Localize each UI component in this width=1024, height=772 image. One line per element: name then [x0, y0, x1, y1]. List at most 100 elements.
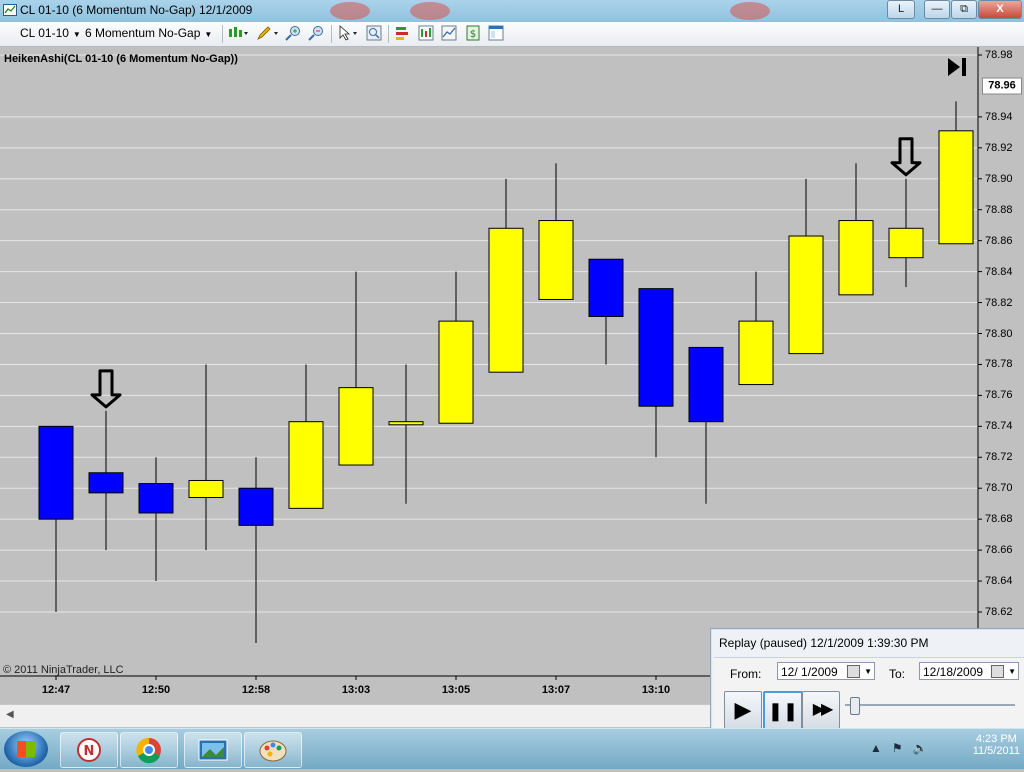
properties-icon[interactable]	[488, 25, 504, 41]
candle-body	[488, 227, 524, 373]
price-chart[interactable]	[0, 47, 1024, 683]
candle-body	[888, 227, 924, 259]
price-tick-label: 78.80	[985, 327, 1013, 340]
chart-scrollbar[interactable]: ◀	[0, 704, 712, 727]
chevron-down-icon: ▼	[72, 30, 81, 39]
clock[interactable]: 4:23 PM 11/5/2011	[973, 733, 1020, 757]
calendar-icon[interactable]	[847, 665, 860, 678]
pause-button[interactable]: ❚❚	[763, 691, 803, 731]
candle-body	[838, 220, 874, 296]
start-button[interactable]	[4, 731, 48, 767]
scroll-to-end-bar	[962, 58, 966, 76]
price-tick-label: 78.92	[985, 141, 1013, 154]
toolbar-separator	[222, 25, 223, 43]
from-date-field[interactable]: 12/ 1/2009 ▼	[777, 662, 875, 680]
order-entry-icon[interactable]: $	[465, 25, 481, 41]
fast-forward-button[interactable]: ▶▶	[802, 691, 840, 729]
close-button[interactable]: X	[978, 0, 1022, 19]
ninjatrader-icon: N	[77, 738, 101, 762]
price-tick-label: 78.94	[985, 110, 1013, 123]
pause-icon: ❚❚	[767, 701, 799, 721]
candle-body	[688, 346, 724, 423]
indicator-icon[interactable]	[418, 25, 434, 41]
background-decoration	[730, 2, 770, 20]
replay-speed-slider[interactable]	[850, 697, 860, 715]
paint-icon	[259, 740, 287, 762]
toolbar-separator	[388, 25, 389, 43]
replay-speed-track[interactable]	[845, 704, 1015, 706]
magnify-icon[interactable]	[366, 25, 382, 41]
time-tick-label: 13:05	[441, 684, 471, 696]
cursor-icon[interactable]	[337, 25, 361, 41]
price-tick-label: 78.68	[985, 513, 1013, 526]
instrument-label: CL 01-10	[20, 26, 69, 40]
toolbar-separator	[331, 25, 332, 43]
svg-text:N: N	[84, 744, 95, 759]
play-icon: ▶	[734, 697, 752, 722]
chevron-down-icon[interactable]: ▼	[1008, 663, 1016, 681]
chevron-down-icon: ▼	[204, 30, 213, 39]
candle-body	[438, 320, 474, 424]
background-decoration	[410, 2, 450, 20]
clock-date: 11/5/2011	[972, 745, 1020, 757]
language-button[interactable]: L	[887, 0, 915, 19]
candle-body	[188, 479, 224, 499]
candle-body	[738, 320, 774, 386]
copyright-text: © 2011 NinjaTrader, LLC	[3, 664, 124, 676]
title-bar: CL 01-10 (6 Momentum No-Gap) 12/1/2009 L…	[0, 0, 1024, 22]
time-tick-label: 12:50	[141, 684, 171, 696]
data-box-icon[interactable]	[441, 25, 457, 41]
from-date-value: 12/ 1/2009	[781, 665, 838, 679]
candlestick-style-icon[interactable]	[227, 25, 249, 41]
price-tick-label: 78.66	[985, 544, 1013, 557]
price-tick-label: 78.74	[985, 420, 1013, 433]
to-date-value: 12/18/2009	[923, 665, 984, 679]
scroll-left-icon[interactable]: ◀	[6, 709, 14, 720]
time-tick-label: 12:47	[41, 684, 71, 696]
price-tick-label: 78.98	[985, 49, 1013, 61]
candle-body	[638, 288, 674, 407]
taskbar-app-ninjatrader[interactable]: N	[60, 732, 118, 768]
taskbar-app-slideshow[interactable]	[184, 732, 242, 768]
zoom-out-icon[interactable]	[308, 25, 324, 41]
strategy-icon[interactable]	[394, 25, 410, 41]
period-label: 6 Momentum No-Gap	[85, 26, 201, 40]
time-tick-label: 13:07	[541, 684, 571, 696]
window-title: CL 01-10 (6 Momentum No-Gap) 12/1/2009	[20, 3, 253, 17]
instrument-selector[interactable]: CL 01-10 ▼	[20, 26, 81, 40]
price-tick-label: 78.62	[985, 606, 1013, 618]
fast-forward-icon: ▶▶	[812, 701, 834, 718]
time-tick-label: 12:58	[241, 684, 271, 696]
candle-body	[388, 421, 424, 426]
chart-window-icon	[3, 4, 17, 16]
taskbar-app-paint[interactable]	[244, 732, 302, 768]
system-tray-icons[interactable]: ▲⚑🔈	[870, 741, 938, 755]
price-tick-label: 78.82	[985, 296, 1013, 309]
taskbar-app-chrome[interactable]	[120, 732, 178, 768]
candle-body	[88, 472, 124, 494]
candle-body	[38, 425, 74, 520]
play-button[interactable]: ▶	[724, 691, 762, 729]
to-date-field[interactable]: 12/18/2009 ▼	[919, 662, 1019, 680]
chevron-down-icon[interactable]: ▼	[864, 663, 872, 681]
background-decoration	[330, 2, 370, 20]
candle-body	[538, 220, 574, 300]
zoom-in-icon[interactable]	[285, 25, 301, 41]
minimize-button[interactable]: —	[924, 0, 950, 19]
candle-body	[288, 421, 324, 509]
indicator-label: HeikenAshi(CL 01-10 (6 Momentum No-Gap))	[4, 53, 238, 65]
price-tick-label: 78.70	[985, 482, 1013, 495]
clock-time: 4:23 PM	[975, 733, 1017, 745]
price-tick-label: 78.78	[985, 358, 1013, 371]
current-price-marker: 78.96	[982, 77, 1022, 95]
from-label: From:	[730, 667, 762, 681]
candle-body	[938, 130, 974, 245]
period-selector[interactable]: 6 Momentum No-Gap ▼	[85, 26, 212, 40]
time-tick-label: 13:10	[641, 684, 671, 696]
drawing-pencil-icon[interactable]	[256, 25, 280, 41]
price-tick-label: 78.84	[985, 265, 1013, 278]
svg-text:$: $	[470, 29, 476, 40]
restore-button[interactable]: ⧉	[951, 0, 977, 19]
calendar-icon[interactable]	[991, 665, 1004, 678]
candle-body	[238, 487, 274, 526]
